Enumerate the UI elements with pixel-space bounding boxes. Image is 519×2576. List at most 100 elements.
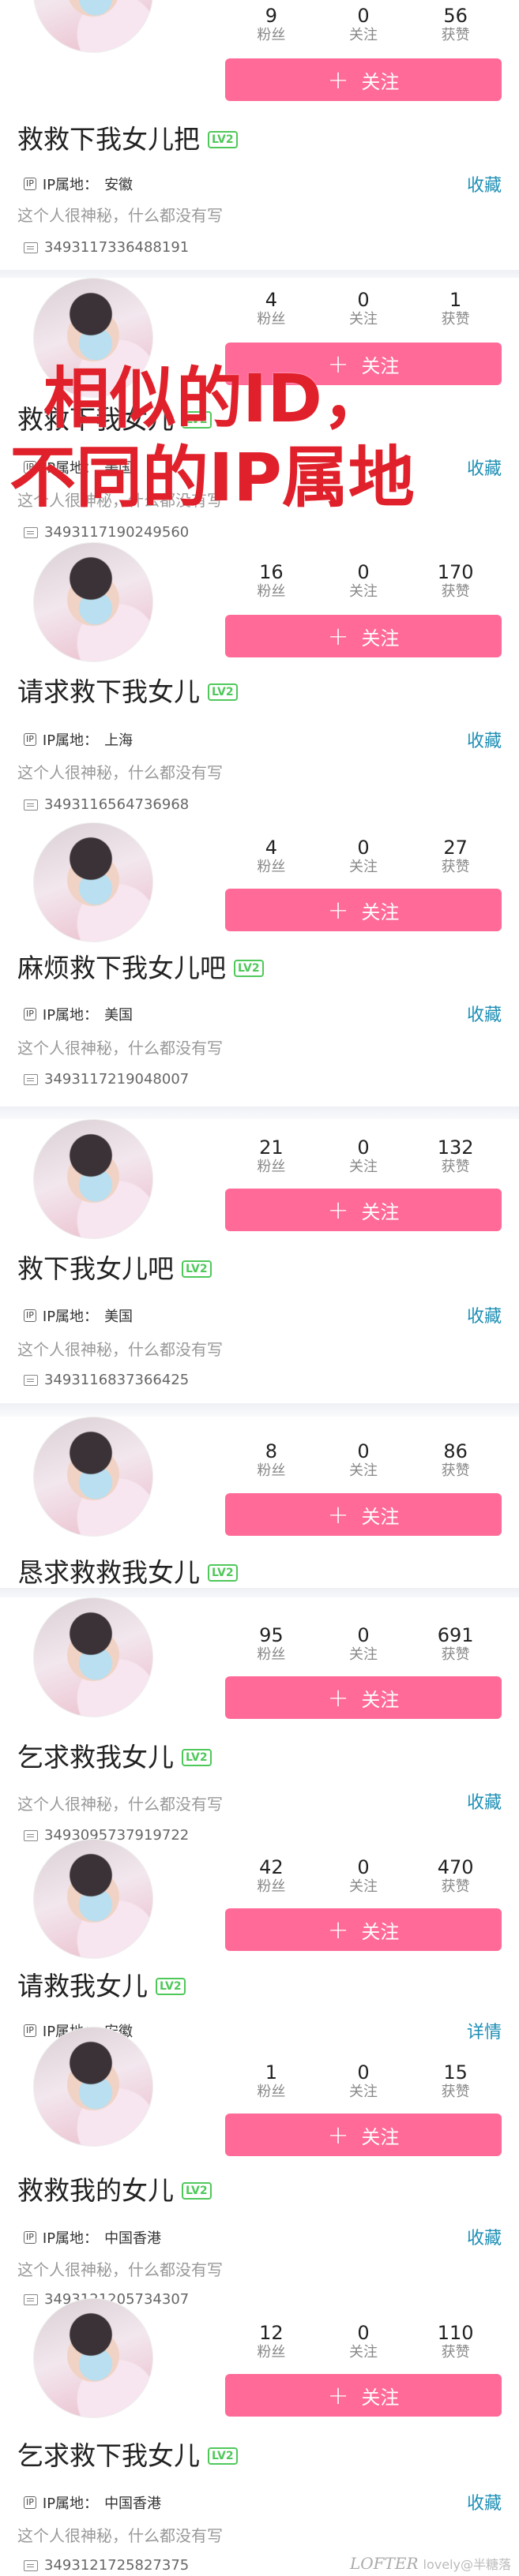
bio-text: 这个人很神秘，什么都没有写 — [17, 1795, 223, 1814]
follow-button[interactable]: + 关注 — [225, 615, 502, 657]
ip-icon: IP — [24, 2496, 36, 2509]
avatar[interactable] — [33, 0, 153, 53]
stats-row: 42 粉丝 0 关注 470 获赞 — [225, 1856, 502, 1902]
favorite-link[interactable]: 收藏 — [467, 727, 502, 752]
follow-button[interactable]: + 关注 — [225, 1908, 502, 1951]
ip-icon: IP — [24, 461, 36, 474]
stat-fans[interactable]: 95 粉丝 — [225, 1624, 318, 1670]
ip-value: 安徽 — [104, 177, 134, 193]
fans-label: 粉丝 — [257, 311, 286, 328]
stats-row: 12 粉丝 0 关注 110 获赞 — [225, 2322, 502, 2368]
stats-row: 8 粉丝 0 关注 86 获赞 — [225, 1440, 502, 1486]
ip-location: IP IP属地： 美国 — [24, 1004, 133, 1024]
stats-row: 16 粉丝 0 关注 170 获赞 — [225, 561, 502, 607]
profile-card: 4 粉丝 0 关注 1 获赞 + 关注 救救下我女儿 LV2 IP IP属地： 美国 收藏 这… — [0, 278, 519, 550]
follow-button[interactable]: + 关注 — [225, 2374, 502, 2417]
follow-label: 关注 — [361, 354, 400, 377]
stat-likes: 470 获赞 — [409, 1856, 502, 1902]
following-label: 关注 — [349, 1646, 378, 1663]
ip-location: IP IP属地： 中国香港 — [24, 2227, 161, 2248]
likes-count: 15 — [443, 2061, 468, 2084]
stat-following[interactable]: 0 关注 — [318, 1624, 410, 1670]
avatar[interactable] — [33, 278, 153, 398]
favorite-link[interactable]: 收藏 — [467, 2489, 502, 2514]
stat-fans[interactable]: 42 粉丝 — [225, 1856, 318, 1902]
favorite-link[interactable]: 收藏 — [467, 455, 502, 480]
stat-following[interactable]: 0 关注 — [318, 837, 410, 882]
stat-fans[interactable]: 12 粉丝 — [225, 2322, 318, 2368]
stat-following[interactable]: 0 关注 — [318, 1856, 410, 1902]
favorite-link[interactable]: 收藏 — [467, 171, 502, 197]
favorite-link[interactable]: 收藏 — [467, 1001, 502, 1026]
follow-button[interactable]: + 关注 — [225, 889, 502, 931]
ip-icon: IP — [24, 733, 36, 746]
fans-count: 1 — [265, 2061, 277, 2084]
ip-value: 中国香港 — [104, 2230, 162, 2247]
likes-count: 691 — [437, 1624, 474, 1646]
avatar[interactable] — [33, 542, 153, 662]
stat-fans[interactable]: 9 粉丝 — [225, 5, 318, 51]
avatar[interactable] — [33, 2027, 153, 2147]
plus-icon: + — [327, 1500, 349, 1530]
following-label: 关注 — [349, 2084, 378, 2100]
following-count: 0 — [357, 1856, 370, 1878]
fans-label: 粉丝 — [257, 2084, 286, 2100]
level-badge: LV2 — [208, 131, 238, 148]
following-count: 0 — [357, 561, 370, 583]
follow-button[interactable]: + 关注 — [225, 1189, 502, 1231]
id-card-icon — [24, 799, 38, 811]
bio-text: 这个人很神秘，什么都没有写 — [17, 491, 223, 510]
ip-prefix: IP属地： — [42, 460, 99, 477]
avatar[interactable] — [33, 1839, 153, 1959]
ip-value: 上海 — [104, 732, 134, 749]
name-text: 救救我的女儿 — [17, 2175, 174, 2206]
favorite-link[interactable]: 收藏 — [467, 2224, 502, 2249]
stat-following[interactable]: 0 关注 — [318, 2061, 410, 2107]
following-label: 关注 — [349, 27, 378, 43]
fans-label: 粉丝 — [257, 27, 286, 43]
follow-button[interactable]: + 关注 — [225, 2114, 502, 2156]
favorite-link[interactable]: 收藏 — [467, 1302, 502, 1327]
ip-value: 美国 — [104, 1007, 134, 1024]
stat-fans[interactable]: 4 粉丝 — [225, 289, 318, 335]
level-badge: LV2 — [156, 1978, 186, 1995]
stat-following[interactable]: 0 关注 — [318, 561, 410, 607]
avatar[interactable] — [33, 1119, 153, 1239]
follow-button[interactable]: + 关注 — [225, 343, 502, 385]
follow-button[interactable]: + 关注 — [225, 1493, 502, 1536]
fans-label: 粉丝 — [257, 1646, 286, 1663]
fans-count: 42 — [259, 1856, 284, 1878]
following-label: 关注 — [349, 1159, 378, 1175]
avatar[interactable] — [33, 822, 153, 942]
avatar[interactable] — [33, 1417, 153, 1537]
ip-prefix: IP属地： — [42, 1309, 99, 1325]
stat-fans[interactable]: 21 粉丝 — [225, 1136, 318, 1182]
stat-fans[interactable]: 4 粉丝 — [225, 837, 318, 882]
profile-name: 救救下我女儿 LV2 — [17, 404, 212, 436]
profile-name: 乞求救下我女儿 LV2 — [17, 2440, 238, 2472]
stat-following[interactable]: 0 关注 — [318, 289, 410, 335]
stat-following[interactable]: 0 关注 — [318, 1440, 410, 1486]
follow-button[interactable]: + 关注 — [225, 58, 502, 101]
user-id: 3493116837366425 — [24, 1372, 189, 1388]
avatar[interactable] — [33, 1597, 153, 1717]
avatar[interactable] — [33, 2298, 153, 2418]
stat-following[interactable]: 0 关注 — [318, 2322, 410, 2368]
follow-label: 关注 — [361, 1688, 400, 1711]
stat-fans[interactable]: 8 粉丝 — [225, 1440, 318, 1486]
stat-fans[interactable]: 1 粉丝 — [225, 2061, 318, 2107]
favorite-link[interactable]: 收藏 — [467, 1788, 502, 1814]
follow-button[interactable]: + 关注 — [225, 1676, 502, 1719]
ip-icon: IP — [24, 1309, 36, 1322]
ip-value: 美国 — [104, 1309, 134, 1325]
stat-fans[interactable]: 16 粉丝 — [225, 561, 318, 607]
ip-location: IP IP属地： 安徽 — [24, 174, 133, 194]
stats-row: 95 粉丝 0 关注 691 获赞 — [225, 1624, 502, 1670]
stat-following[interactable]: 0 关注 — [318, 5, 410, 51]
name-text: 救救下我女儿把 — [17, 124, 200, 155]
likes-count: 110 — [437, 2322, 474, 2344]
profile-name: 请救我女儿 LV2 — [17, 1971, 186, 2002]
stat-following[interactable]: 0 关注 — [318, 1136, 410, 1182]
bio-text: 这个人很神秘，什么都没有写 — [17, 763, 223, 782]
detail-link[interactable]: 详情 — [467, 2018, 502, 2043]
